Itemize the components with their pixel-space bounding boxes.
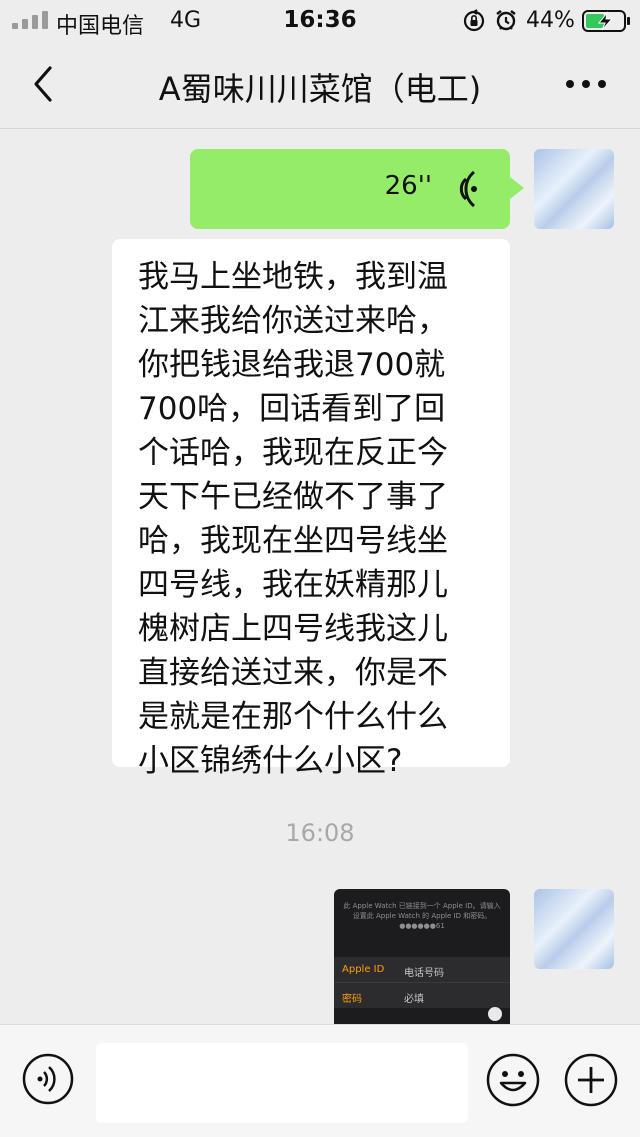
voice-input-icon[interactable] xyxy=(22,1053,74,1105)
more-dots-icon[interactable] xyxy=(562,70,610,98)
message-line: 是就是在那个什么什么 xyxy=(138,699,448,735)
my-avatar[interactable] xyxy=(534,149,614,229)
image-row-label: 密码 xyxy=(342,994,362,1005)
chevron-left-icon[interactable] xyxy=(28,64,58,104)
message-line: 个话哈，我现在反正今 xyxy=(138,435,448,471)
message-line: 直接给送过来，你是不 xyxy=(138,655,448,691)
plus-icon[interactable] xyxy=(564,1053,618,1107)
received-text-bubble[interactable]: 我马上坐地铁，我到温 江来我给你送过来哈， 你把钱退给我退700就 700哈，回… xyxy=(112,239,510,779)
chat-area[interactable]: 26'' 我马上坐地铁，我到温 江来我给你送过来哈， 你把钱退给我退700就 7… xyxy=(0,129,640,1024)
image-note-text: 此 Apple Watch 已链接到一个 Apple ID。请输入设置此 App… xyxy=(343,902,501,930)
chat-title: A蜀味川川菜馆（电工) xyxy=(158,70,482,108)
orientation-lock-icon xyxy=(463,9,485,32)
message-line: 天下午已经做不了事了 xyxy=(138,479,448,515)
message-line: 江来我给你送过来哈， xyxy=(138,303,448,339)
image-message[interactable]: 此 Apple Watch 已链接到一个 Apple ID。请输入设置此 App… xyxy=(334,889,510,1024)
alarm-icon xyxy=(496,10,516,31)
voice-message-bubble[interactable]: 26'' xyxy=(190,149,524,229)
message-timestamp: 16:08 xyxy=(285,819,355,847)
message-text: 我马上坐地铁，我到温 江来我给你送过来哈， 你把钱退给我退700就 700哈，回… xyxy=(138,255,488,783)
nav-bar: A蜀味川川菜馆（电工) xyxy=(0,40,640,129)
message-line: 四号线，我在妖精那儿 xyxy=(138,567,448,603)
my-avatar[interactable] xyxy=(534,889,614,969)
voice-playing-icon xyxy=(459,170,477,208)
image-row-label: Apple ID xyxy=(342,964,385,975)
emoji-icon[interactable] xyxy=(486,1053,540,1107)
message-line: 哈，我现在坐四号线坐 xyxy=(138,523,448,559)
message-line: 小区锦绣什么小区? xyxy=(138,743,403,779)
status-bar: 中国电信 4G 16:36 44% xyxy=(0,0,640,40)
message-line: 700哈，回话看到了回 xyxy=(138,391,446,427)
message-line: 槐树店上四号线我这儿 xyxy=(138,611,448,647)
message-line: 我马上坐地铁，我到温 xyxy=(138,259,448,295)
image-row-password: 密码 必填 xyxy=(334,983,510,1008)
battery-charging-icon xyxy=(582,10,630,32)
input-bar xyxy=(0,1024,640,1137)
message-input[interactable] xyxy=(96,1043,468,1123)
image-row-value: 必填 xyxy=(404,994,424,1005)
image-row-value: 电话号码 xyxy=(404,968,444,979)
message-line: 你把钱退给我退700就 xyxy=(138,347,446,383)
image-row-apple-id: Apple ID 电话号码 xyxy=(334,957,510,983)
voice-duration: 26'' xyxy=(384,171,432,201)
fox-icon xyxy=(488,1007,502,1021)
battery-percent: 44% xyxy=(526,8,575,33)
